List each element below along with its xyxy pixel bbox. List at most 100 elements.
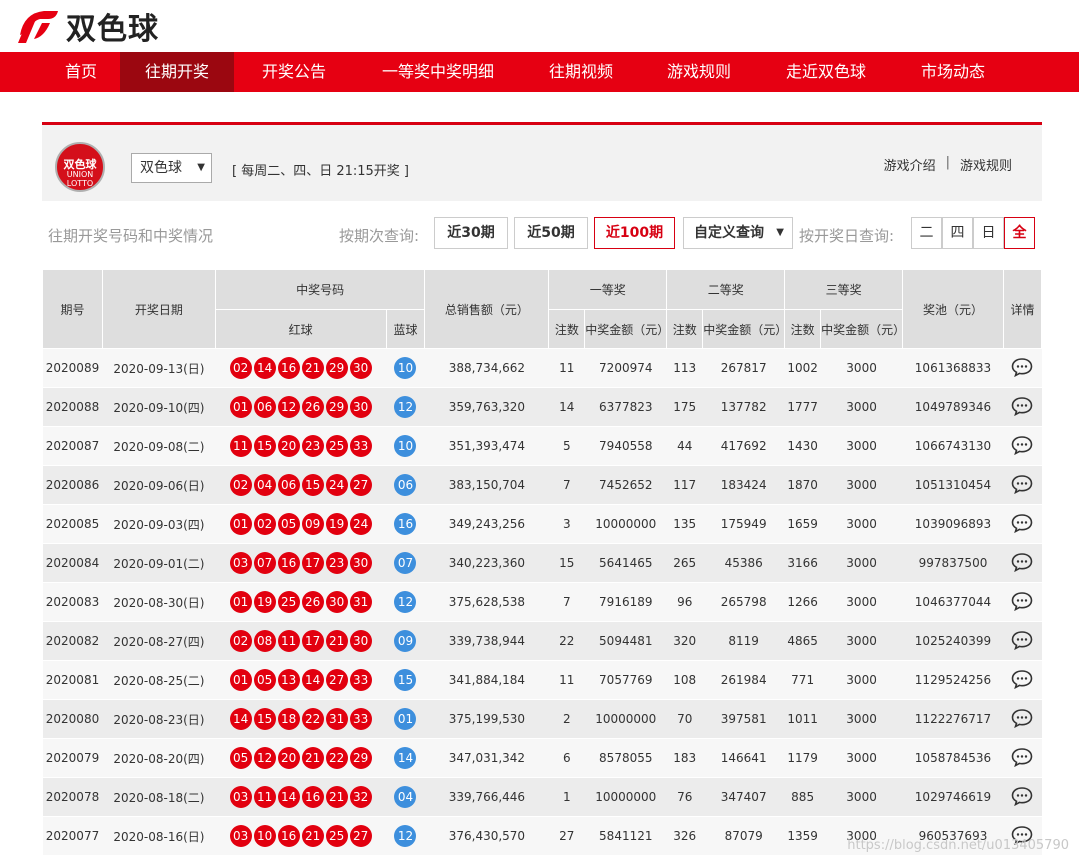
cell-third-amount: 3000 — [820, 738, 903, 778]
cell-issue: 2020081 — [42, 660, 103, 700]
day-thursday-button[interactable]: 四 — [942, 217, 973, 249]
cell-first-amount: 10000000 — [584, 504, 667, 544]
cell-second-count: 135 — [666, 504, 703, 544]
chat-bubble-icon[interactable] — [1011, 786, 1033, 806]
cell-detail — [1003, 504, 1042, 544]
header-blue: 蓝球 — [385, 309, 426, 349]
red-ball: 04 — [253, 474, 276, 496]
red-ball: 24 — [349, 513, 372, 535]
by-period-label: 按期次查询: — [339, 227, 420, 245]
chat-bubble-icon[interactable] — [1011, 747, 1033, 767]
chat-bubble-icon[interactable] — [1011, 708, 1033, 728]
red-ball: 33 — [349, 435, 372, 457]
red-ball: 33 — [349, 708, 372, 730]
recent-100-button[interactable]: 近100期 — [594, 217, 675, 249]
red-ball: 30 — [349, 630, 372, 652]
cell-second-count: 265 — [666, 543, 703, 583]
nav-item-3[interactable]: 一等奖中奖明细 — [354, 52, 522, 92]
red-ball: 06 — [277, 474, 300, 496]
cell-red-balls: 01 02 05 09 19 24 — [215, 504, 386, 544]
red-ball: 12 — [277, 396, 300, 418]
red-ball: 16 — [277, 825, 300, 847]
nav-item-1[interactable]: 往期开奖 — [120, 52, 234, 92]
cell-third-count: 1002 — [784, 348, 821, 388]
header-red: 红球 — [214, 309, 387, 349]
header-detail: 详情 — [1002, 269, 1043, 349]
cell-second-amount: 137782 — [702, 387, 785, 427]
cell-issue: 2020079 — [42, 738, 103, 778]
nav-item-7[interactable]: 市场动态 — [894, 52, 1012, 92]
cell-second-amount: 417692 — [702, 426, 785, 466]
cell-red-balls: 02 08 11 17 21 30 — [215, 621, 386, 661]
cell-sales: 349,243,256 — [424, 504, 549, 544]
nav-item-4[interactable]: 往期视频 — [522, 52, 640, 92]
cell-third-amount: 3000 — [820, 543, 903, 583]
red-ball: 10 — [253, 825, 276, 847]
game-intro-link[interactable]: 游戏介绍 — [884, 155, 936, 174]
red-ball: 21 — [301, 825, 324, 847]
chat-bubble-icon[interactable] — [1011, 474, 1033, 494]
recent-30-button[interactable]: 近30期 — [434, 217, 508, 249]
chat-bubble-icon[interactable] — [1011, 513, 1033, 533]
cell-first-count: 7 — [548, 582, 585, 622]
chat-bubble-icon[interactable] — [1011, 396, 1033, 416]
custom-query-button[interactable]: 自定义查询 ▼ — [683, 217, 793, 249]
cell-sales: 351,393,474 — [424, 426, 549, 466]
cell-first-count: 11 — [548, 660, 585, 700]
red-ball: 16 — [277, 357, 300, 379]
nav-item-0[interactable]: 首页 — [42, 52, 120, 92]
red-ball: 29 — [325, 396, 348, 418]
nav-item-2[interactable]: 开奖公告 — [234, 52, 354, 92]
red-ball: 17 — [301, 552, 324, 574]
red-ball: 17 — [301, 630, 324, 652]
cell-red-balls: 01 05 13 14 27 33 — [215, 660, 386, 700]
blue-ball: 12 — [394, 591, 417, 613]
red-ball: 14 — [301, 669, 324, 691]
chat-bubble-icon[interactable] — [1011, 357, 1033, 377]
red-ball: 27 — [349, 825, 372, 847]
chat-bubble-icon[interactable] — [1011, 591, 1033, 611]
table-row: 2020089 2020-09-13(日) 02 14 16 21 29 30 10 388,73… — [42, 348, 1042, 388]
cell-second-amount: 87079 — [702, 816, 785, 856]
blue-ball: 12 — [394, 396, 417, 418]
cell-red-balls: 02 14 16 21 29 30 — [215, 348, 386, 388]
red-ball: 11 — [277, 630, 300, 652]
chat-bubble-icon[interactable] — [1011, 630, 1033, 650]
cell-first-amount: 10000000 — [584, 777, 667, 817]
day-all-button[interactable]: 全 — [1004, 217, 1035, 249]
cell-third-count: 1777 — [784, 387, 821, 427]
cell-second-count: 108 — [666, 660, 703, 700]
cell-red-balls: 01 19 25 26 30 31 — [215, 582, 386, 622]
red-ball: 05 — [253, 669, 276, 691]
table-row: 2020085 2020-09-03(四) 01 02 05 09 19 24 16 349,24… — [42, 504, 1042, 544]
cell-second-amount: 146641 — [702, 738, 785, 778]
cell-detail — [1003, 348, 1042, 388]
lottery-type-select[interactable]: 双色球 ▼ — [131, 153, 212, 183]
red-ball: 25 — [325, 435, 348, 457]
red-ball: 11 — [253, 786, 276, 808]
nav-item-6[interactable]: 走近双色球 — [758, 52, 894, 92]
chat-bubble-icon[interactable] — [1011, 552, 1033, 572]
cell-second-amount: 261984 — [702, 660, 785, 700]
site-logo[interactable]: 双色球 — [14, 4, 159, 48]
cell-sales: 340,223,360 — [424, 543, 549, 583]
day-tuesday-button[interactable]: 二 — [911, 217, 942, 249]
cell-third-amount: 3000 — [820, 660, 903, 700]
cell-third-count: 771 — [784, 660, 821, 700]
chat-bubble-icon[interactable] — [1011, 669, 1033, 689]
red-ball: 12 — [253, 747, 276, 769]
site-title: 双色球 — [66, 12, 159, 47]
red-ball: 03 — [229, 825, 252, 847]
cell-date: 2020-08-25(二) — [102, 660, 216, 700]
red-ball: 30 — [349, 357, 372, 379]
cell-second-count: 70 — [666, 699, 703, 739]
recent-50-button[interactable]: 近50期 — [514, 217, 588, 249]
game-rules-link[interactable]: 游戏规则 — [960, 155, 1012, 174]
cell-issue: 2020078 — [42, 777, 103, 817]
day-sunday-button[interactable]: 日 — [973, 217, 1004, 249]
header-numbers: 中奖号码 — [214, 269, 426, 310]
nav-item-5[interactable]: 游戏规则 — [640, 52, 758, 92]
red-ball: 32 — [349, 786, 372, 808]
red-ball: 20 — [277, 435, 300, 457]
chat-bubble-icon[interactable] — [1011, 435, 1033, 455]
